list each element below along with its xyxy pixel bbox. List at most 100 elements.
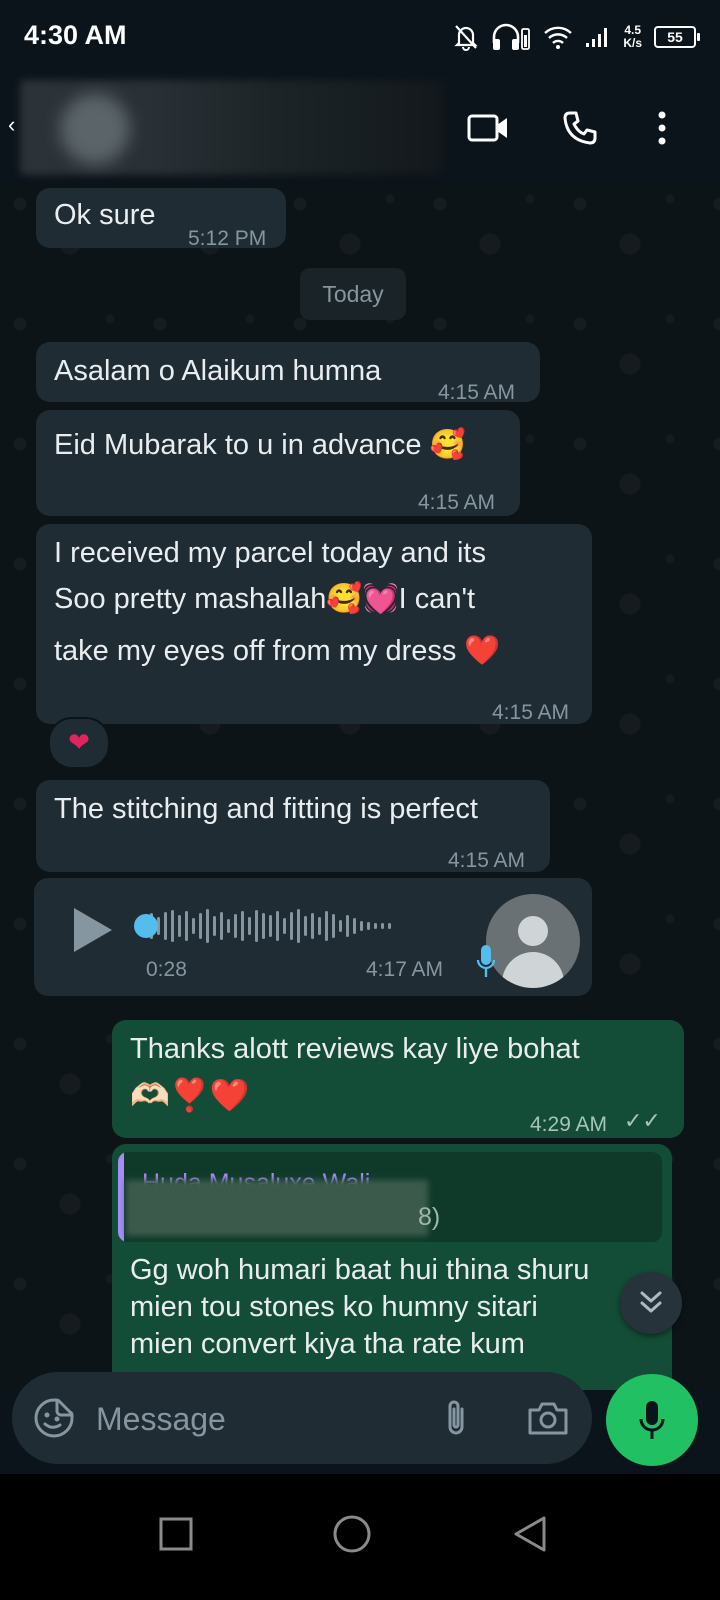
circle-icon	[333, 1515, 371, 1553]
waveform-bar	[353, 918, 356, 934]
message-bubble-incoming[interactable]: Ok sure 5:12 PM	[36, 188, 286, 250]
waveform-bar	[318, 917, 321, 935]
quoted-text-tail: 8)	[418, 1203, 441, 1231]
waveform-bar	[311, 913, 314, 939]
home-button[interactable]	[322, 1504, 382, 1564]
voice-duration: 0:28	[146, 958, 187, 981]
status-time: 4:30 AM	[24, 20, 127, 50]
message-time: 4:15 AM	[492, 701, 570, 724]
message-text-line: Thanks alott reviews kay liye bohat	[130, 1033, 580, 1065]
message-composer	[12, 1372, 592, 1464]
message-time: 4:15 AM	[448, 849, 526, 872]
audio-waveform[interactable]	[136, 908, 456, 944]
play-icon[interactable]	[74, 908, 112, 952]
square-icon	[159, 1517, 193, 1551]
sender-avatar	[486, 894, 580, 988]
read-receipt-icon: ✓✓	[624, 1108, 661, 1133]
battery-indicator: 55	[654, 26, 700, 48]
message-time: 4:17 AM	[366, 958, 444, 981]
net-speed: 4.5 K/s	[623, 23, 642, 50]
waveform-bar	[283, 918, 286, 934]
message-text-line: mien convert kiya tha rate kum	[130, 1328, 525, 1360]
waveform-bar	[255, 910, 258, 942]
mic-icon	[476, 945, 496, 977]
message-time: 4:29 AM	[530, 1113, 608, 1136]
message-text-line: Soo pretty mashallah🥰💓I can't	[54, 583, 476, 615]
message-bubble-outgoing[interactable]: Huda Musaluxe Wali 8) Gg woh humari baat…	[112, 1144, 672, 1390]
waveform-bar	[269, 915, 272, 937]
signal-icon	[586, 28, 608, 47]
back-button[interactable]	[500, 1504, 560, 1564]
waveform-bar	[171, 910, 174, 942]
camera-icon[interactable]	[524, 1394, 572, 1442]
waveform-bar	[374, 923, 377, 929]
waveform-bar	[276, 911, 279, 941]
back-icon[interactable]: ‹	[8, 112, 15, 138]
message-text: Eid Mubarak to u in advance 🥰	[54, 429, 466, 461]
waveform-bar	[304, 916, 307, 936]
quoted-text-blurred	[126, 1180, 428, 1236]
message-time: 4:15 AM	[438, 381, 516, 404]
status-bar: 4:30 AM 4.5 K/s 55	[0, 0, 720, 72]
quote-accent-bar	[118, 1152, 124, 1242]
sticker-icon[interactable]	[30, 1394, 78, 1442]
waveform-bar	[220, 912, 223, 940]
message-bubble-incoming[interactable]: Asalam o Alaikum humna 4:15 AM	[36, 342, 540, 404]
attach-icon[interactable]	[432, 1394, 480, 1442]
waveform-bar	[388, 923, 391, 929]
message-time: 4:15 AM	[418, 491, 496, 514]
waveform-bar	[227, 919, 230, 933]
message-time: 5:12 PM	[188, 227, 267, 250]
waveform-bar	[339, 920, 342, 932]
date-divider: Today	[300, 268, 406, 320]
chat-header: ‹	[0, 72, 720, 185]
waveform-bar	[360, 921, 363, 931]
headphones-icon	[493, 23, 531, 50]
quoted-message[interactable]: Huda Musaluxe Wali 8)	[118, 1152, 662, 1242]
message-bubble-incoming[interactable]: Eid Mubarak to u in advance 🥰 4:15 AM	[36, 410, 520, 516]
waveform-bar	[185, 911, 188, 941]
waveform-bar	[192, 918, 195, 934]
waveform-bar	[241, 911, 244, 941]
waveform-bar	[206, 909, 209, 943]
playback-scrubber[interactable]	[134, 914, 158, 938]
message-text-line: Gg woh humari baat hui thina shuru	[130, 1254, 590, 1286]
message-bubble-incoming[interactable]: The stitching and fitting is perfect 4:1…	[36, 780, 550, 872]
chat-area[interactable]: Ok sure 5:12 PM Today Asalam o Alaikum h…	[0, 184, 720, 1390]
contact-avatar[interactable]	[60, 94, 130, 164]
voice-call-icon[interactable]	[554, 102, 606, 154]
waveform-bar	[234, 914, 237, 938]
waveform-bar	[290, 912, 293, 940]
message-bubble-incoming[interactable]: I received my parcel today and its Soo p…	[36, 524, 592, 724]
waveform-bar	[332, 914, 335, 938]
recents-button[interactable]	[146, 1504, 206, 1564]
wifi-icon	[544, 26, 573, 49]
scroll-to-bottom-button[interactable]	[620, 1272, 682, 1334]
waveform-bar	[213, 916, 216, 936]
waveform-bar	[262, 913, 265, 939]
voice-record-button[interactable]	[606, 1374, 698, 1466]
message-text-line: mien tou stones ko humny sitari	[130, 1291, 538, 1323]
message-text: Asalam o Alaikum humna	[54, 355, 382, 387]
system-navigation-bar	[0, 1474, 720, 1600]
message-text-line: I received my parcel today and its	[54, 537, 486, 569]
waveform-bar	[164, 912, 167, 940]
more-options-icon[interactable]	[636, 102, 688, 154]
mic-icon	[639, 1401, 665, 1439]
triangle-back-icon	[514, 1516, 546, 1552]
message-text: Ok sure	[54, 199, 156, 231]
double-chevron-down-icon	[640, 1291, 662, 1313]
message-text: The stitching and fitting is perfect	[54, 793, 478, 825]
waveform-bar	[367, 922, 370, 930]
waveform-bar	[346, 915, 349, 937]
message-input[interactable]	[94, 1394, 398, 1444]
voice-message[interactable]: 0:28 4:17 AM	[34, 878, 592, 996]
video-call-icon[interactable]	[462, 102, 514, 154]
waveform-bar	[248, 917, 251, 935]
waveform-bar	[178, 915, 181, 937]
waveform-bar	[325, 911, 328, 941]
message-bubble-outgoing[interactable]: Thanks alott reviews kay liye bohat 🫶🏻❣️…	[112, 1020, 684, 1138]
heart-reaction[interactable]: ❤	[48, 717, 110, 769]
muted-bell-icon	[454, 25, 478, 51]
waveform-bar	[297, 909, 300, 943]
